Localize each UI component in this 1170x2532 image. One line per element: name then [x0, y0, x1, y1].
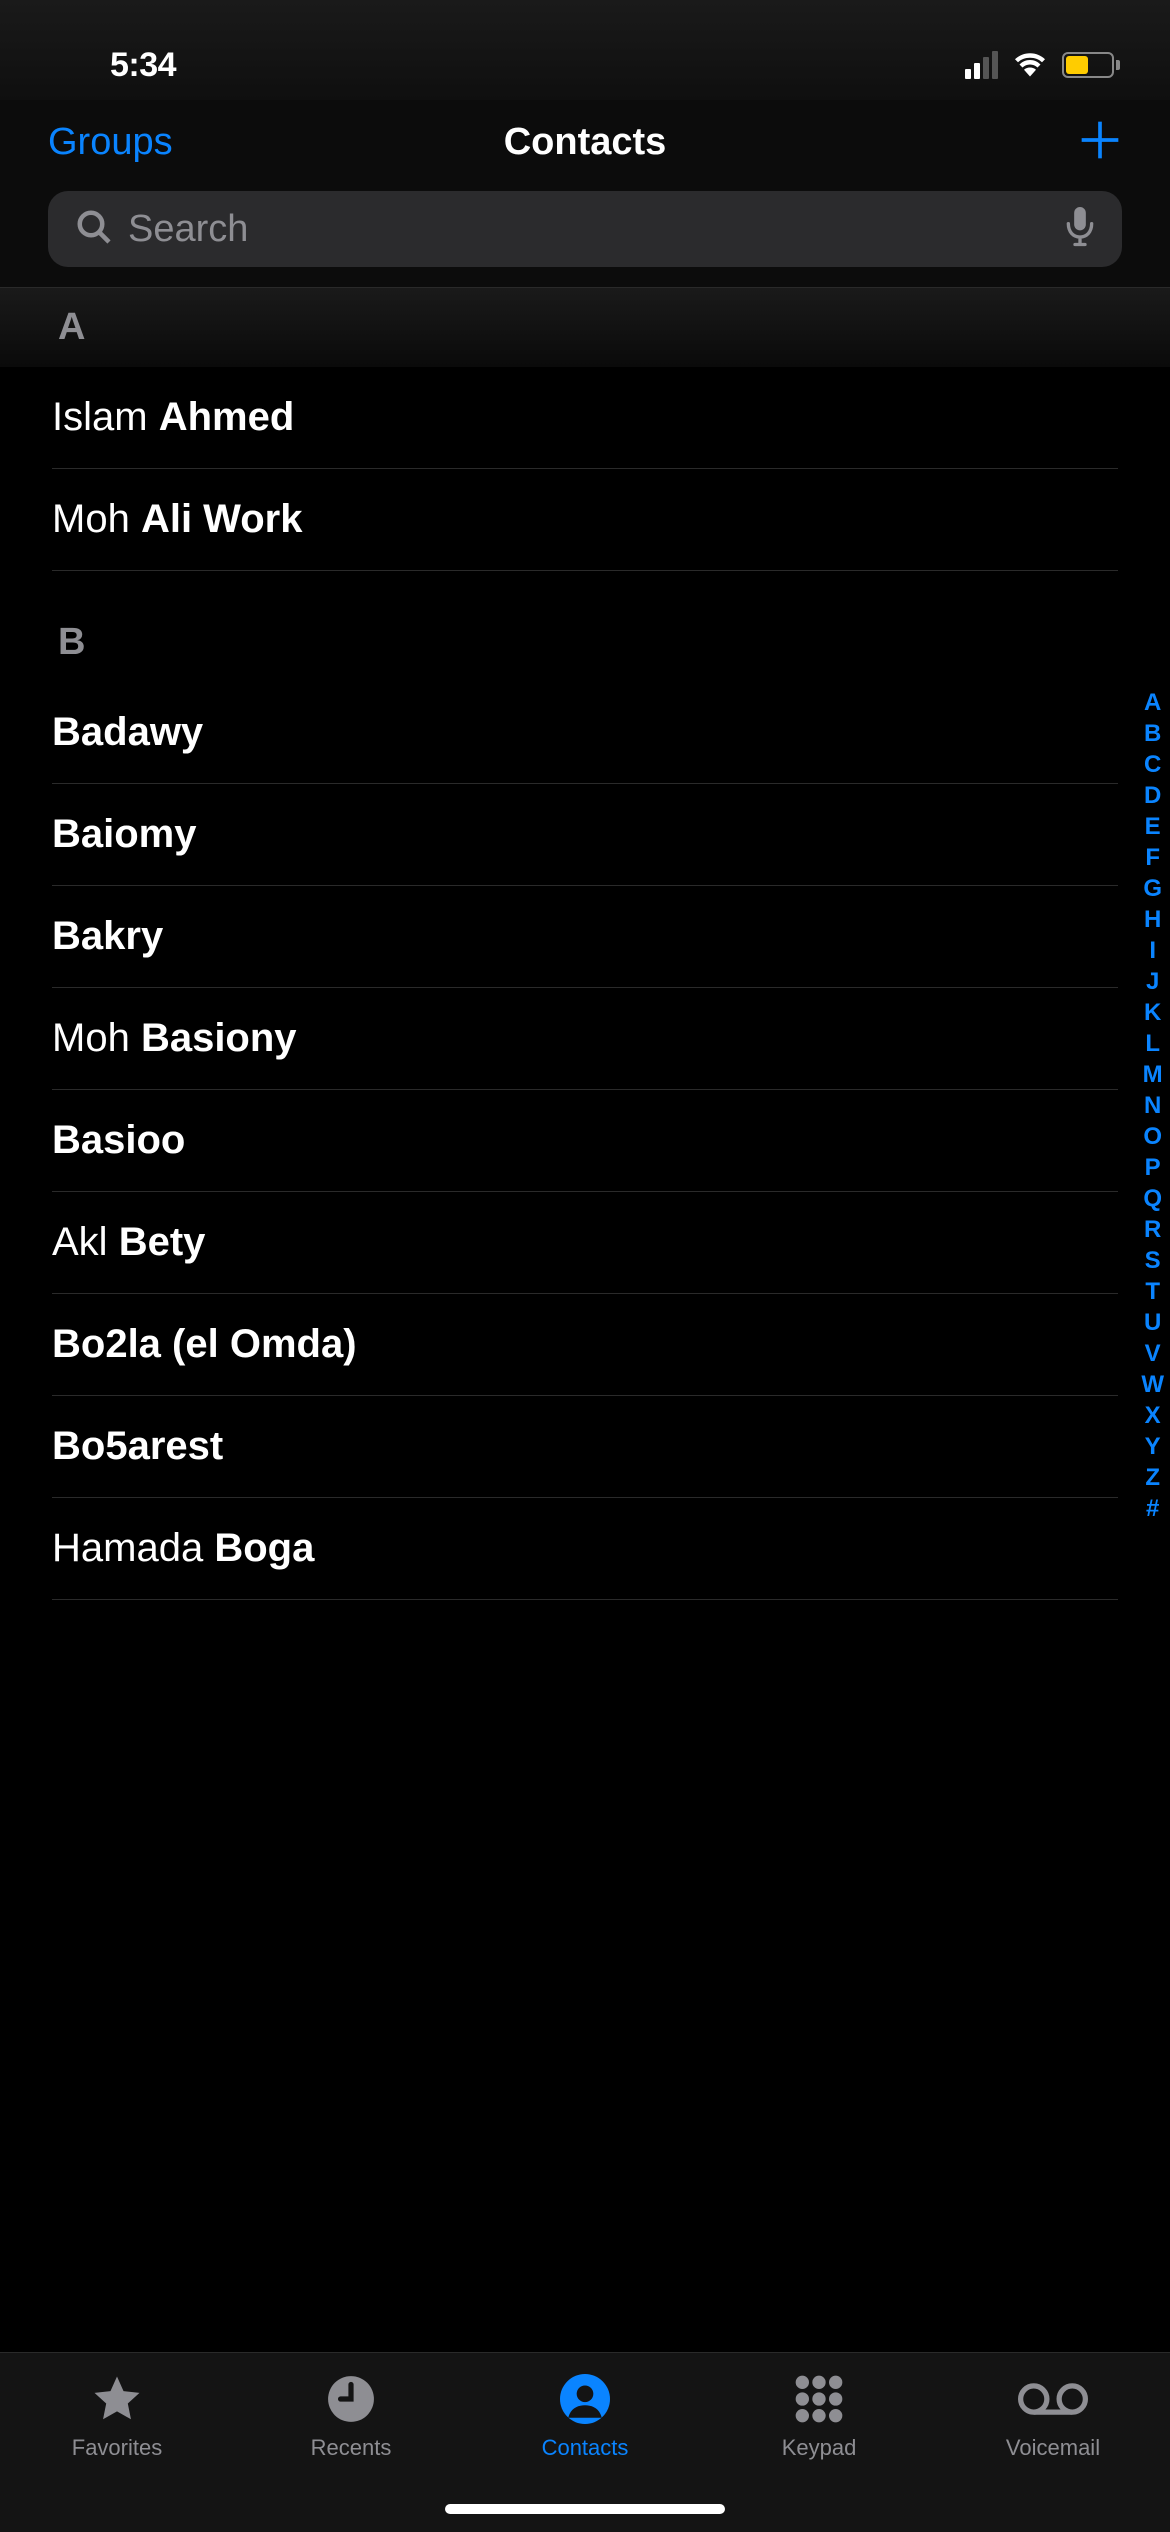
contact-row[interactable]: Basioo	[52, 1090, 1118, 1192]
microphone-icon[interactable]	[1066, 207, 1094, 252]
section-index-item[interactable]: Z	[1145, 1463, 1160, 1493]
contact-row[interactable]: Moh Basiony	[52, 988, 1118, 1090]
section-index-item[interactable]: K	[1144, 998, 1161, 1028]
navigation-bar: Groups Contacts	[0, 100, 1170, 191]
section-index-item[interactable]: T	[1145, 1277, 1160, 1307]
contact-row[interactable]: Bakry	[52, 886, 1118, 988]
add-contact-button[interactable]	[1078, 118, 1122, 167]
contact-last-name: Ahmed	[159, 395, 295, 439]
battery-icon	[1062, 52, 1120, 78]
contact-last-name: Bety	[119, 1220, 206, 1264]
contact-last-name: Boga	[214, 1526, 314, 1570]
section-index-item[interactable]: S	[1145, 1246, 1161, 1276]
tab-label: Favorites	[72, 2435, 162, 2461]
favorites-icon	[90, 2371, 144, 2427]
groups-button[interactable]: Groups	[48, 121, 406, 164]
contact-first-name: Islam	[52, 395, 159, 439]
search-input[interactable]	[128, 208, 1050, 251]
contact-last-name: Bo2la (el Omda)	[52, 1322, 357, 1366]
contact-row[interactable]: Baiomy	[52, 784, 1118, 886]
section-index-item[interactable]: #	[1146, 1494, 1159, 1524]
contact-last-name: Basiony	[141, 1016, 297, 1060]
section-index-item[interactable]: C	[1144, 750, 1161, 780]
recents-icon	[326, 2371, 376, 2427]
tab-favorites[interactable]: Favorites	[0, 2371, 234, 2461]
section-index-item[interactable]: L	[1145, 1029, 1160, 1059]
tab-recents[interactable]: Recents	[234, 2371, 468, 2461]
section-index-item[interactable]: D	[1144, 781, 1161, 811]
contact-row[interactable]: Badawy	[52, 682, 1118, 784]
contacts-list: AIslam AhmedMoh Ali WorkBBadawyBaiomyBak…	[0, 287, 1170, 1600]
contact-first-name: Moh	[52, 497, 141, 541]
tab-label: Voicemail	[1006, 2435, 1100, 2461]
section-index-item[interactable]: U	[1144, 1308, 1161, 1338]
section-index-item[interactable]: N	[1144, 1091, 1161, 1121]
contact-row[interactable]: Akl Bety	[52, 1192, 1118, 1294]
section-header-a: A	[0, 287, 1170, 367]
section-index-item[interactable]: G	[1143, 874, 1162, 904]
tab-label: Keypad	[782, 2435, 857, 2461]
contact-first-name: Akl	[52, 1220, 119, 1264]
home-indicator	[445, 2504, 725, 2514]
contacts-icon	[560, 2371, 610, 2427]
section-index-item[interactable]: A	[1144, 688, 1161, 718]
section-index-item[interactable]: P	[1145, 1153, 1161, 1183]
contact-last-name: Baiomy	[52, 812, 197, 856]
contact-first-name: Hamada	[52, 1526, 214, 1570]
search-icon	[76, 209, 112, 250]
section-index-item[interactable]: J	[1146, 967, 1159, 997]
cellular-signal-icon	[965, 51, 998, 79]
contact-last-name: Basioo	[52, 1118, 185, 1162]
contact-last-name: Ali Work	[141, 497, 303, 541]
tab-voicemail[interactable]: Voicemail	[936, 2371, 1170, 2461]
wifi-icon	[1012, 49, 1048, 82]
search-container	[0, 191, 1170, 287]
contact-row[interactable]: Bo5arest	[52, 1396, 1118, 1498]
section-index-item[interactable]: W	[1141, 1370, 1164, 1400]
contact-last-name: Bo5arest	[52, 1424, 223, 1468]
contact-row[interactable]: Islam Ahmed	[52, 367, 1118, 469]
section-index[interactable]: ABCDEFGHIJKLMNOPQRSTUVWXYZ#	[1141, 688, 1164, 1524]
contact-row[interactable]: Hamada Boga	[52, 1498, 1118, 1600]
page-title: Contacts	[406, 121, 764, 164]
search-bar[interactable]	[48, 191, 1122, 267]
section-index-item[interactable]: Q	[1143, 1184, 1162, 1214]
section-index-item[interactable]: V	[1145, 1339, 1161, 1369]
section-header-b: B	[0, 571, 1170, 682]
section-index-item[interactable]: E	[1145, 812, 1161, 842]
section-index-item[interactable]: M	[1143, 1060, 1163, 1090]
voicemail-icon	[1018, 2371, 1088, 2427]
contact-row[interactable]: Bo2la (el Omda)	[52, 1294, 1118, 1396]
section-index-item[interactable]: R	[1144, 1215, 1161, 1245]
section-index-item[interactable]: H	[1144, 905, 1161, 935]
tab-label: Contacts	[542, 2435, 629, 2461]
section-index-item[interactable]: Y	[1145, 1432, 1161, 1462]
section-index-item[interactable]: I	[1149, 936, 1156, 966]
contact-last-name: Bakry	[52, 914, 163, 958]
status-time: 5:34	[110, 46, 176, 85]
contact-last-name: Badawy	[52, 710, 203, 754]
contact-first-name: Moh	[52, 1016, 141, 1060]
section-index-item[interactable]: F	[1145, 843, 1160, 873]
section-index-item[interactable]: B	[1144, 719, 1161, 749]
keypad-icon	[794, 2371, 844, 2427]
status-bar: 5:34	[0, 0, 1170, 100]
tab-contacts[interactable]: Contacts	[468, 2371, 702, 2461]
section-index-item[interactable]: O	[1143, 1122, 1162, 1152]
contact-row[interactable]: Moh Ali Work	[52, 469, 1118, 571]
tab-label: Recents	[311, 2435, 392, 2461]
status-icons	[965, 49, 1120, 82]
tab-keypad[interactable]: Keypad	[702, 2371, 936, 2461]
section-index-item[interactable]: X	[1145, 1401, 1161, 1431]
